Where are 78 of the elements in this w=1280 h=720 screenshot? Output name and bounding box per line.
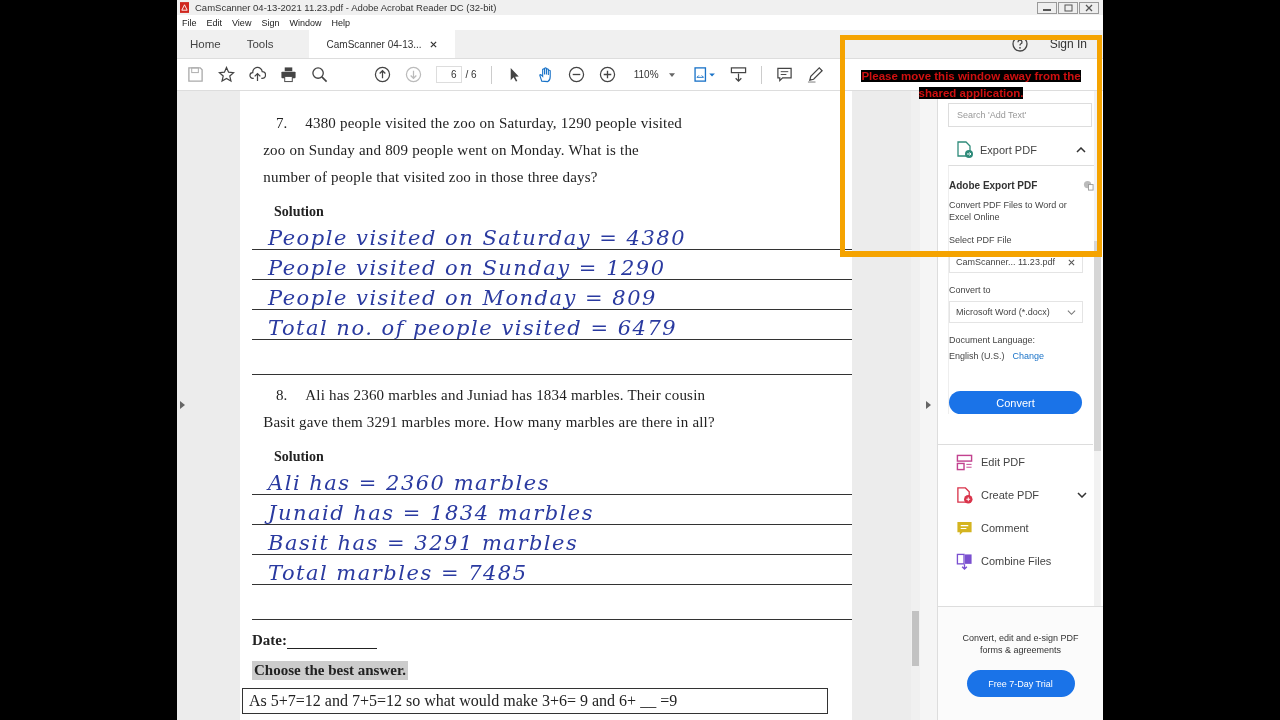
chevron-icon[interactable] (1077, 492, 1087, 499)
search-icon[interactable] (311, 66, 328, 83)
format-dropdown[interactable]: Microsoft Word (*.docx) (949, 301, 1083, 324)
solution-label: Solution (274, 204, 325, 220)
question-text: number of people that visited zoo in those three days? (263, 169, 599, 186)
date-label: Date: (252, 632, 287, 649)
question-box: As 5+7=12 and 7+5=12 so what would make 3+6= 9 and 6+ __ =9 (242, 688, 828, 714)
fit-page-icon[interactable] (692, 66, 716, 83)
section-heading: Choose the best answer. (252, 661, 408, 680)
zoom-in-icon[interactable] (598, 66, 616, 83)
convert-button[interactable]: Convert (949, 391, 1082, 415)
expand-arrow-icon[interactable] (926, 401, 931, 409)
pdf-icon (180, 2, 189, 13)
scroll-mode-icon[interactable] (729, 66, 747, 83)
zoom-out-icon[interactable] (567, 66, 585, 83)
question-text: zoo on Sunday and 809 people went on Monday. What is the (263, 142, 640, 159)
field-label: Convert to (949, 285, 992, 296)
menu-item[interactable]: File (182, 17, 197, 28)
speech-bubble-icon (956, 519, 973, 537)
handwritten-text: Ali has = 2360 marbles (268, 473, 550, 494)
menu-item[interactable]: Edit (206, 17, 223, 28)
tab[interactable]: CamScanner 04-13... (308, 30, 455, 58)
chevron-icon (1067, 308, 1076, 316)
document-arrow-icon (956, 141, 974, 159)
tab[interactable]: Home (177, 30, 234, 58)
handwritten-text: People visited on Sunday = 1290 (268, 258, 666, 279)
close-icon[interactable] (429, 40, 437, 48)
free-trial-button[interactable]: Free 7-Day Trial (966, 670, 1075, 698)
cloud-upload-icon[interactable] (249, 66, 266, 83)
handwritten-text: People visited on Saturday = 4380 (268, 228, 687, 249)
handwritten-text: Total no. of people visited = 6479 (268, 318, 678, 339)
search-field[interactable]: Search 'Add Text' (948, 103, 1092, 127)
print-icon[interactable] (280, 66, 297, 83)
menu-item[interactable]: View (232, 17, 252, 28)
star-icon[interactable] (218, 66, 235, 83)
language-value: English (U.S.) (949, 351, 1005, 362)
question-text: 4380 people visited the zoo on Saturday, 1290 people visited (305, 115, 683, 132)
zoom-dropdown[interactable]: 110% (629, 67, 679, 82)
tool-item[interactable]: Comment (956, 519, 1093, 538)
hand-icon[interactable] (536, 66, 554, 83)
previous-page-icon[interactable] (374, 66, 391, 83)
page-number-field[interactable]: 6 (436, 66, 462, 83)
menu-item[interactable]: Sign (261, 17, 280, 28)
change-link[interactable]: Change (1012, 351, 1045, 362)
expand-arrow-icon[interactable] (180, 401, 185, 409)
caret-icon (668, 72, 675, 77)
export-description: Convert PDF Files to Word or Excel Online (949, 199, 1068, 224)
menu-item[interactable]: Help (331, 17, 350, 28)
solution-label: Solution (274, 449, 325, 465)
handwritten-text: Total marbles = 7485 (268, 563, 528, 584)
merge-icon (956, 552, 973, 570)
minimize-icon[interactable] (1037, 1, 1057, 14)
scrollbar-thumb[interactable] (912, 611, 919, 666)
question-text: Basit gave them 3291 marbles more. How many marbles are there in all? (263, 414, 715, 431)
scrollbar-thumb[interactable] (1094, 241, 1101, 451)
tool-item[interactable]: Create PDF (956, 486, 1093, 505)
handwritten-text: People visited on Monday = 809 (268, 288, 657, 309)
window-title: CamScanner 04-13-2021 11.23.pdf - Adobe Acrobat Reader DC (32-bit) (195, 2, 497, 13)
close-icon[interactable] (1079, 1, 1099, 14)
page-total: / 6 (465, 69, 477, 80)
pen-icon[interactable] (806, 66, 824, 83)
layout-icon (956, 453, 973, 471)
field-label: Document Language: (949, 335, 1037, 346)
cloud-doc-icon (1083, 180, 1094, 191)
document-plus-icon (956, 486, 973, 504)
tool-item[interactable]: Edit PDF (956, 453, 1093, 472)
export-pdf-header[interactable]: Export PDF (948, 127, 1086, 165)
question-text: Ali has 2360 marbles and Juniad has 1834 marbles. Their cousin (305, 387, 707, 404)
field-label: Select PDF File (949, 235, 1013, 246)
menu-item[interactable]: Window (289, 17, 322, 28)
comment-icon[interactable] (775, 66, 793, 83)
tool-item[interactable]: Combine Files (956, 552, 1093, 571)
tab[interactable]: Tools (233, 30, 287, 58)
close-icon[interactable] (1067, 258, 1076, 266)
chevron-icon[interactable] (1076, 147, 1086, 153)
export-heading: Adobe Export PDF (949, 180, 1038, 191)
promo-text: Convert, edit and e-sign PDF forms & agreements (961, 633, 1080, 657)
handwritten-text: Basit has = 3291 marbles (268, 533, 579, 554)
